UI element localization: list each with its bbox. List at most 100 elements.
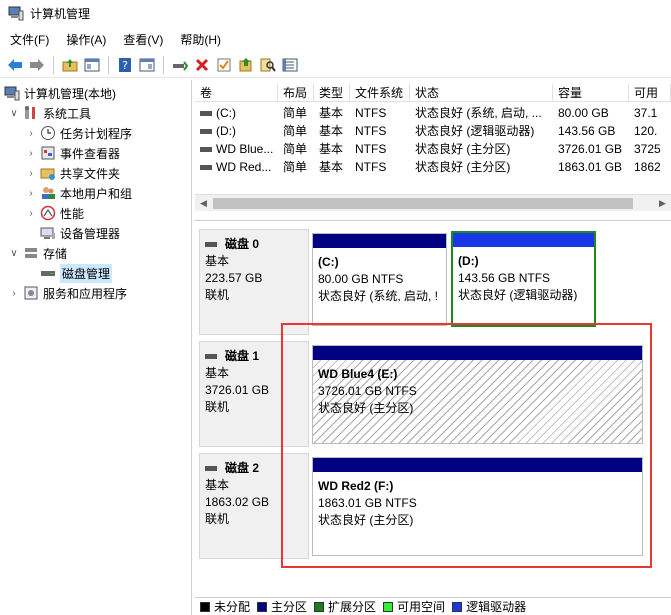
details-pane: 卷 布局 类型 文件系统 状态 容量 可用 (C:) 简单 基本 NTFS 状态… [195, 80, 671, 615]
column-header-free[interactable]: 可用 [629, 84, 671, 101]
column-header-filesystem[interactable]: 文件系统 [350, 84, 410, 101]
performance-icon [40, 205, 56, 221]
services-icon [23, 285, 39, 301]
menu-bar: 文件(F) 操作(A) 查看(V) 帮助(H) [0, 28, 671, 50]
toolbar: ? [0, 52, 671, 78]
properties-icon[interactable] [138, 56, 156, 74]
tree-item-local-users[interactable]: › 本地用户和组 [25, 183, 132, 203]
search-icon[interactable] [259, 56, 277, 74]
column-header-volume[interactable]: 卷 [195, 84, 278, 101]
legend-swatch [383, 601, 394, 612]
window-title: 计算机管理 [30, 6, 91, 21]
chevron-right-icon[interactable]: › [25, 208, 37, 219]
table-row[interactable]: (C:) 简单 基本 NTFS 状态良好 (系统, 启动, ... 80.00 … [195, 104, 671, 122]
delete-icon[interactable] [193, 56, 211, 74]
chevron-down-icon[interactable]: ∨ [8, 108, 20, 119]
tree-item-shared-folders[interactable]: › 共享文件夹 [25, 163, 120, 183]
export-icon[interactable] [237, 56, 255, 74]
event-viewer-icon [40, 145, 56, 161]
tree-item-disk-management[interactable]: 磁盘管理 [40, 263, 113, 283]
volume-icon [200, 147, 212, 153]
computer-management-icon [8, 5, 24, 21]
svg-text:?: ? [122, 59, 128, 72]
tools-icon [23, 105, 39, 121]
storage-icon [23, 245, 39, 261]
menu-help[interactable]: 帮助(H) [170, 31, 228, 48]
disk-graphical-view: 磁盘 0 基本 223.57 GB 联机 (C:) 80.00 GB NTFS … [195, 220, 671, 595]
check-icon[interactable] [215, 56, 233, 74]
column-header-status[interactable]: 状态 [410, 84, 553, 101]
column-header-type[interactable]: 类型 [314, 84, 350, 101]
connect-icon[interactable] [171, 56, 189, 74]
tree-item-services-apps[interactable]: › 服务和应用程序 [8, 283, 127, 303]
up-folder-icon[interactable] [61, 56, 79, 74]
disk-management-icon [40, 265, 56, 281]
back-icon[interactable] [6, 56, 24, 74]
tree-item-storage[interactable]: ∨ 存储 [8, 243, 67, 263]
table-row[interactable]: WD Red... 简单 基本 NTFS 状态良好 (主分区) 1863.01 … [195, 158, 671, 176]
legend-swatch [257, 601, 268, 612]
scroll-right-icon[interactable]: ▶ [654, 195, 671, 212]
device-manager-icon [40, 225, 56, 241]
disk-0-label[interactable]: 磁盘 0 基本 223.57 GB 联机 [199, 229, 309, 335]
toolbar-separator [108, 55, 109, 74]
table-row[interactable]: WD Blue... 简单 基本 NTFS 状态良好 (主分区) 3726.01… [195, 140, 671, 158]
volume-list-header: 卷 布局 类型 文件系统 状态 容量 可用 [195, 84, 671, 102]
toolbar-separator [53, 55, 54, 74]
forward-icon[interactable] [28, 56, 46, 74]
volume-icon [200, 129, 212, 135]
shared-folder-icon [40, 165, 56, 181]
primary-partition-bar [313, 234, 446, 248]
tree-item-performance[interactable]: › 性能 [25, 203, 84, 223]
primary-partition-bar [313, 346, 642, 360]
horizontal-scrollbar[interactable]: ◀ ▶ [195, 194, 671, 211]
disk-2-label[interactable]: 磁盘 2 基本 1863.02 GB 联机 [199, 453, 309, 559]
tree-item-event-viewer[interactable]: › 事件查看器 [25, 143, 120, 163]
chevron-down-icon[interactable]: ∨ [8, 248, 20, 259]
column-header-capacity[interactable]: 容量 [553, 84, 629, 101]
tree-item-device-manager[interactable]: 设备管理器 [40, 223, 120, 243]
computer-management-icon [4, 85, 20, 101]
chevron-right-icon[interactable]: › [25, 168, 37, 179]
tree-item-task-scheduler[interactable]: › 任务计划程序 [25, 123, 132, 143]
users-icon [40, 185, 56, 201]
help-icon[interactable]: ? [116, 56, 134, 74]
tree-root[interactable]: 计算机管理(本地) [4, 83, 116, 103]
legend-swatch [452, 601, 463, 612]
partition-d[interactable]: (D:) 143.56 GB NTFS 状态良好 (逻辑驱动器) [451, 231, 596, 327]
volume-icon [200, 165, 212, 171]
legend-item-extended: 扩展分区 [314, 598, 376, 615]
title-bar: 计算机管理 [0, 0, 671, 26]
legend-item-unallocated: 未分配 [200, 598, 250, 615]
menu-file[interactable]: 文件(F) [0, 31, 56, 48]
partition-c[interactable]: (C:) 80.00 GB NTFS 状态良好 (系统, 启动, ! [312, 233, 447, 326]
table-row[interactable]: (D:) 简单 基本 NTFS 状态良好 (逻辑驱动器) 143.56 GB 1… [195, 122, 671, 140]
primary-partition-bar [313, 458, 642, 472]
chevron-right-icon[interactable]: › [8, 288, 20, 299]
chevron-right-icon[interactable]: › [25, 148, 37, 159]
disk-icon [205, 466, 217, 471]
menu-view[interactable]: 查看(V) [113, 31, 170, 48]
toolbar-separator [163, 55, 164, 74]
scrollbar-thumb[interactable] [213, 198, 633, 209]
partition-e[interactable]: WD Blue4 (E:) 3726.01 GB NTFS 状态良好 (主分区) [312, 345, 643, 444]
settings-list-icon[interactable] [281, 56, 299, 74]
menu-action[interactable]: 操作(A) [56, 31, 113, 48]
legend-item-primary: 主分区 [257, 598, 307, 615]
legend-item-free-space: 可用空间 [383, 598, 445, 615]
disk-icon [205, 354, 217, 359]
disk-icon [205, 242, 217, 247]
scroll-left-icon[interactable]: ◀ [195, 195, 212, 212]
chevron-right-icon[interactable]: › [25, 128, 37, 139]
legend-swatch [200, 601, 210, 612]
disk-1-label[interactable]: 磁盘 1 基本 3726.01 GB 联机 [199, 341, 309, 447]
clock-icon [40, 125, 56, 141]
tree-item-system-tools[interactable]: ∨ 系统工具 [8, 103, 91, 123]
tree-root-label: 计算机管理(本地) [24, 86, 116, 101]
chevron-right-icon[interactable]: › [25, 188, 37, 199]
column-header-layout[interactable]: 布局 [278, 84, 314, 101]
partition-f[interactable]: WD Red2 (F:) 1863.01 GB NTFS 状态良好 (主分区) [312, 457, 643, 556]
legend-item-logical: 逻辑驱动器 [452, 598, 526, 615]
show-hide-tree-icon[interactable] [83, 56, 101, 74]
legend-swatch [314, 601, 325, 612]
